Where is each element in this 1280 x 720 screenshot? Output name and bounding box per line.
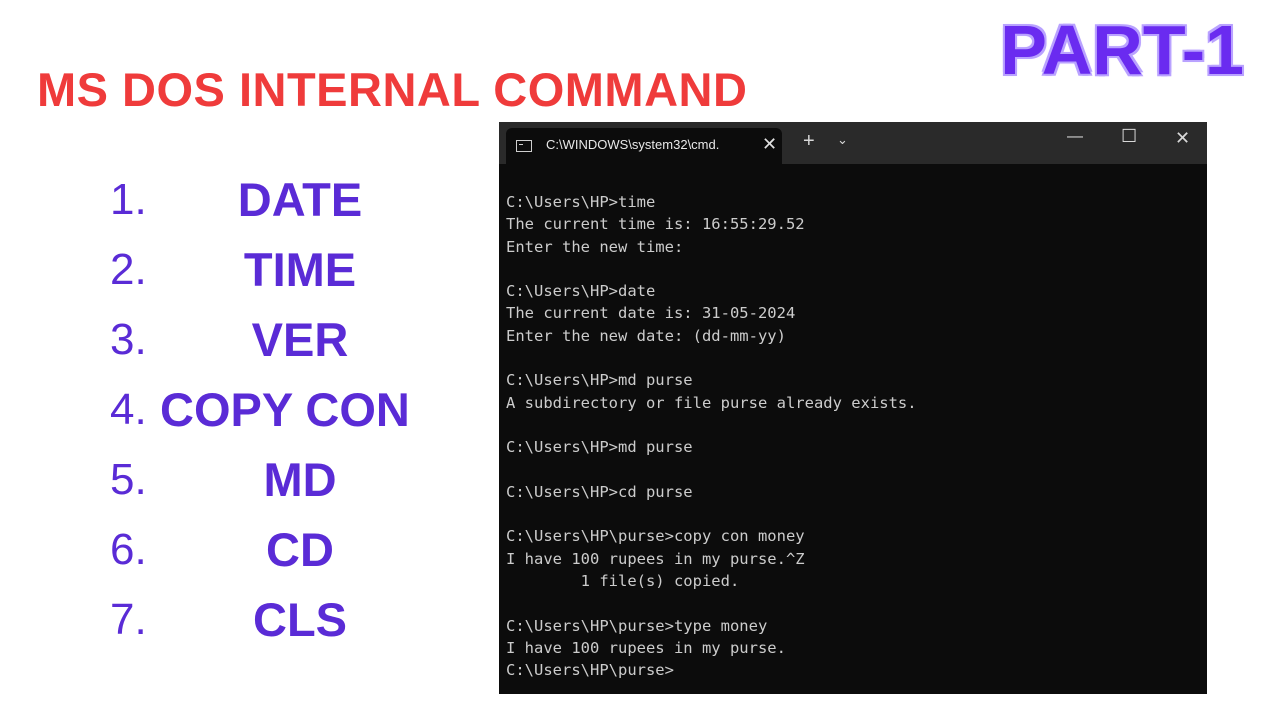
console-line: The current time is: 16:55:29.52 [506,215,805,234]
close-button[interactable]: ✕ [1175,128,1190,149]
item-number: 2. [110,245,147,294]
title-bar[interactable]: C:\WINDOWS\system32\cmd. ✕ + ⌄ — ☐ ✕ [499,122,1207,164]
tab-cmd[interactable]: C:\WINDOWS\system32\cmd. ✕ [506,128,782,164]
command-list: 1. DATE 2. TIME 3. VER 4. COPY CON 5. MD… [100,168,440,658]
command-name: COPY CON [160,383,410,436]
item-number: 4. [110,385,147,434]
command-name: MD [263,453,337,506]
part-label: PART-1 [1000,11,1244,89]
tab-title: C:\WINDOWS\system32\cmd. [546,137,720,152]
list-item: 7. CLS [100,588,440,658]
page-title: MS DOS INTERNAL COMMAND [37,63,748,116]
list-item: 5. MD [100,448,440,518]
console-line: C:\Users\HP>md purse [506,438,693,457]
cmd-icon [516,140,532,152]
item-number: 7. [110,595,147,644]
console-line: C:\Users\HP>date [506,282,656,301]
console-line: C:\Users\HP>cd purse [506,482,693,501]
command-name: CD [266,523,334,576]
item-number: 6. [110,525,147,574]
console-prompt[interactable]: C:\Users\HP\purse> [506,659,1207,681]
item-number: 1. [110,175,147,224]
command-name: TIME [243,243,357,296]
console-line: C:\Users\HP>time [506,193,656,211]
command-name: CLS [253,593,347,646]
console-line: 1 file(s) copied. [506,572,740,591]
list-item: 6. CD [100,518,440,588]
console-line: I have 100 rupees in my purse. [506,638,786,657]
console-line: C:\Users\HP\purse>copy con money [506,527,805,546]
minimize-button[interactable]: — [1067,128,1083,146]
console-line: C:\Users\HP\purse>type money [506,616,768,635]
command-name: DATE [237,173,363,226]
item-number: 3. [110,315,147,364]
chevron-down-icon[interactable]: ⌄ [837,132,848,148]
list-item: 3. VER [100,308,440,378]
close-icon[interactable]: ✕ [762,134,777,155]
console-line: Enter the new time: [506,237,684,256]
list-item: 2. TIME [100,238,440,308]
terminal-window: C:\WINDOWS\system32\cmd. ✕ + ⌄ — ☐ ✕ C:\… [499,122,1207,694]
plus-icon[interactable]: + [803,130,815,153]
console-line: I have 100 rupees in my purse.^Z [506,549,805,568]
item-number: 5. [110,455,147,504]
console-line: A subdirectory or file purse already exi… [506,393,917,412]
console-output[interactable]: C:\Users\HP>time The current time is: 16… [499,164,1207,682]
console-line: C:\Users\HP>md purse [506,371,693,390]
console-line: The current date is: 31-05-2024 [506,304,796,323]
list-item: 4. COPY CON [100,378,440,448]
maximize-button[interactable]: ☐ [1121,126,1137,147]
list-item: 1. DATE [100,168,440,238]
command-name: VER [251,313,349,366]
console-line: Enter the new date: (dd-mm-yy) [506,326,786,345]
